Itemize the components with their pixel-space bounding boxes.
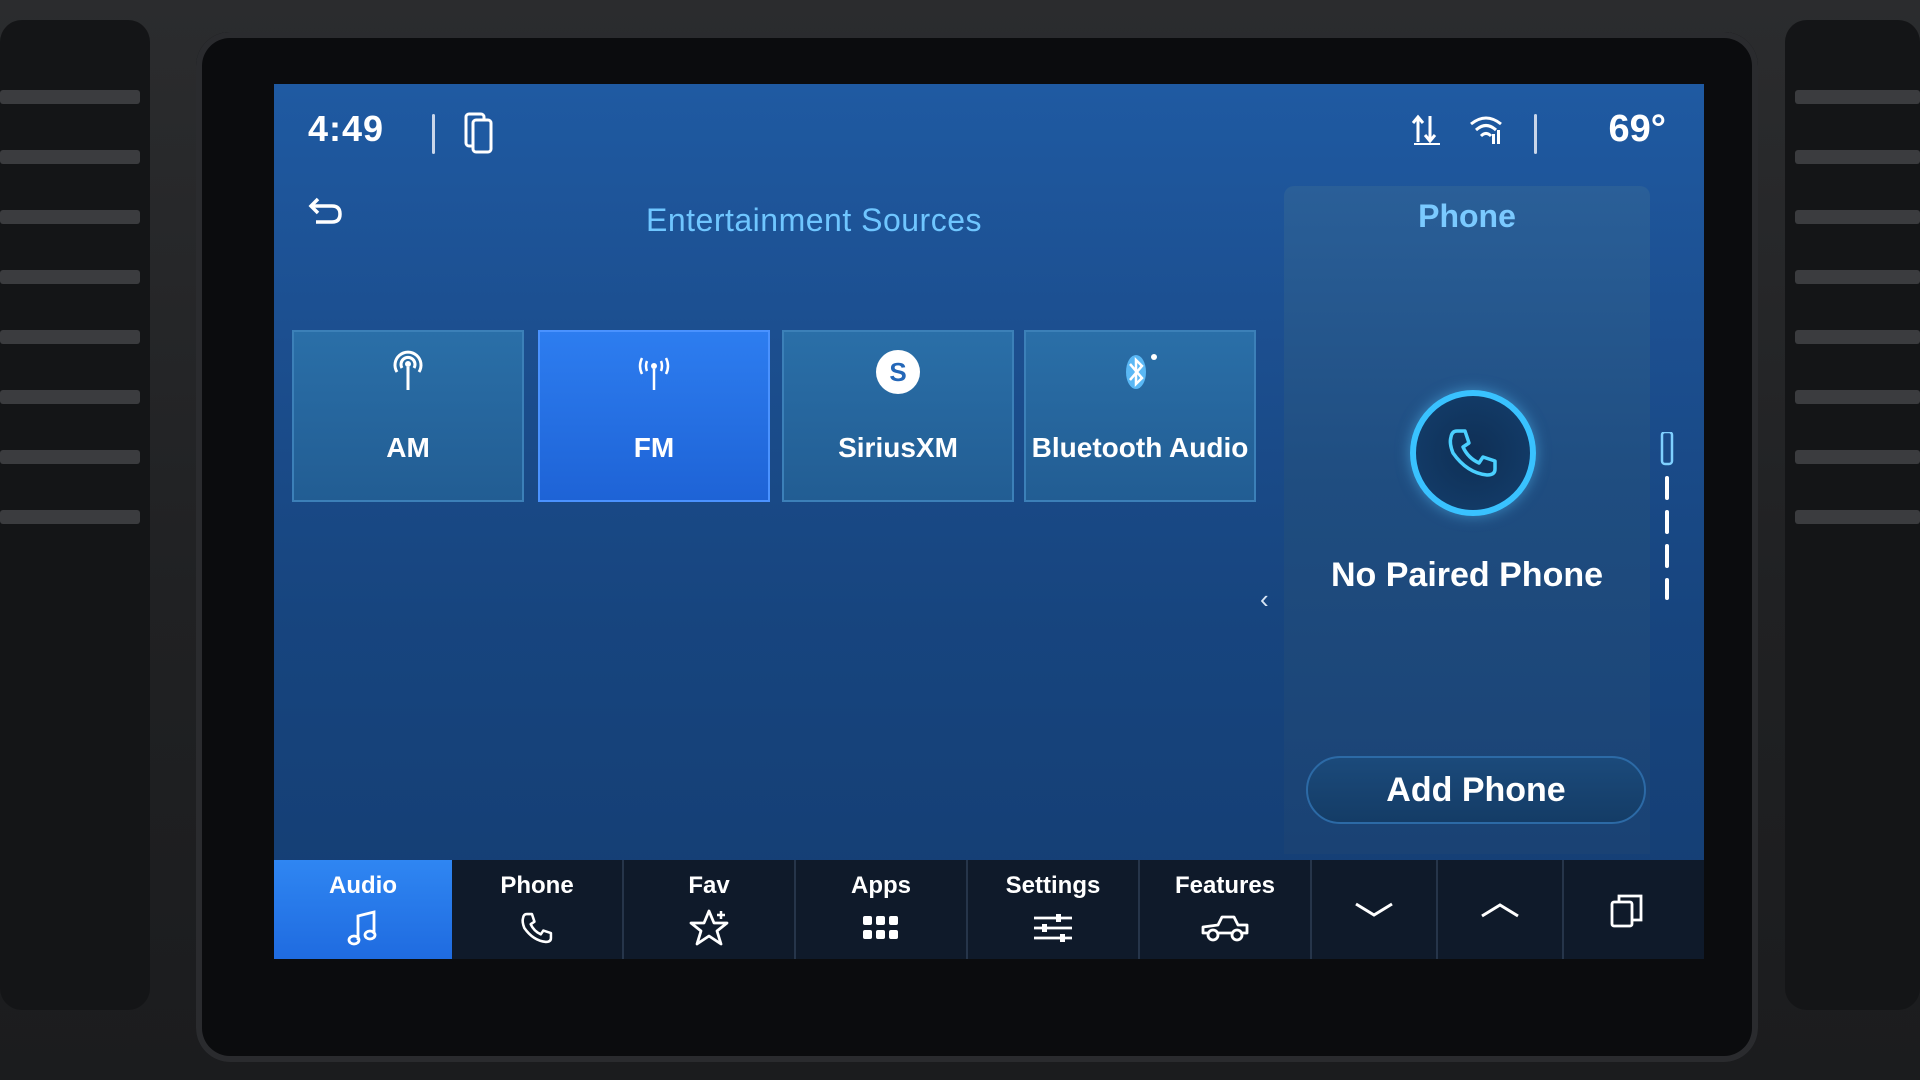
- panel-scroll-indicator[interactable]: [1658, 430, 1678, 602]
- infotainment-screen: 4:49 69° Entertainment Sources AM FM S S…: [274, 84, 1704, 959]
- star-icon: [624, 908, 794, 948]
- svg-text:S: S: [889, 357, 906, 387]
- status-divider: [432, 114, 435, 154]
- page-title: Entertainment Sources: [646, 202, 982, 238]
- sliders-icon: [968, 908, 1138, 948]
- windows-icon: [1564, 860, 1690, 959]
- nav-apps[interactable]: Apps: [796, 860, 968, 959]
- data-transfer-icon: [1410, 112, 1444, 151]
- phone-projection-icon[interactable]: [464, 112, 494, 159]
- left-air-vent: [0, 20, 150, 1010]
- right-air-vent: [1785, 20, 1920, 1010]
- nav-label: Fav: [688, 872, 730, 899]
- status-bar: 4:49 69°: [274, 84, 1704, 180]
- nav-label: Audio: [329, 872, 397, 899]
- nav-audio[interactable]: Audio: [274, 860, 452, 959]
- am-antenna-icon: [294, 346, 522, 398]
- status-divider: [1534, 114, 1537, 154]
- fm-antenna-icon: [540, 346, 768, 398]
- phone-panel-title: Phone: [1418, 198, 1516, 234]
- phone-icon: [1448, 429, 1497, 477]
- source-tile-siriusxm[interactable]: S SiriusXM: [782, 330, 1014, 502]
- source-tile-fm[interactable]: FM: [538, 330, 770, 502]
- nav-label: Settings: [1005, 872, 1101, 899]
- siriusxm-icon: S: [784, 346, 1012, 398]
- chevron-up-icon: [1438, 860, 1562, 959]
- nav-phone[interactable]: Phone: [452, 860, 624, 959]
- phone-status: No Paired Phone: [1330, 556, 1604, 594]
- music-note-icon: [274, 908, 452, 948]
- nav-fav[interactable]: Fav: [624, 860, 796, 959]
- add-phone-button[interactable]: Add Phone: [1306, 756, 1646, 824]
- bottom-navigation: Audio Phone Fav Apps Settings Features: [274, 860, 1704, 959]
- nav-label: Apps: [851, 872, 911, 899]
- entertainment-sources: AM FM S SiriusXM Bluetooth Audio: [292, 330, 1312, 506]
- bluetooth-icon: [1026, 346, 1254, 398]
- phone-panel: Phone No Paired Phone Add Phone: [1284, 186, 1650, 854]
- wifi-icon: [1468, 112, 1504, 151]
- nav-settings[interactable]: Settings: [968, 860, 1140, 959]
- outside-temperature: 69°: [1608, 108, 1666, 150]
- clock: 4:49: [308, 108, 385, 149]
- source-label: AM: [386, 432, 430, 463]
- phone-icon: [452, 908, 622, 948]
- source-label: FM: [633, 432, 675, 463]
- nav-label: Phone: [500, 872, 574, 899]
- source-label: Bluetooth Audio: [1031, 432, 1249, 463]
- truck-icon: [1140, 908, 1310, 948]
- nav-windows[interactable]: [1564, 860, 1690, 959]
- source-label: SiriusXM: [838, 432, 958, 463]
- phone-call-button[interactable]: [1410, 390, 1536, 516]
- nav-chevron-up[interactable]: [1438, 860, 1564, 959]
- nav-features[interactable]: Features: [1140, 860, 1312, 959]
- chevron-down-icon: [1312, 860, 1436, 959]
- back-arrow-icon[interactable]: [306, 196, 346, 235]
- source-tile-bluetooth-audio[interactable]: Bluetooth Audio: [1024, 330, 1256, 502]
- nav-label: Features: [1174, 872, 1276, 899]
- apps-grid-icon: [796, 908, 966, 948]
- panel-expand-chevron-icon[interactable]: ‹: [1260, 584, 1269, 615]
- source-tile-am[interactable]: AM: [292, 330, 524, 502]
- nav-chevron-down[interactable]: [1312, 860, 1438, 959]
